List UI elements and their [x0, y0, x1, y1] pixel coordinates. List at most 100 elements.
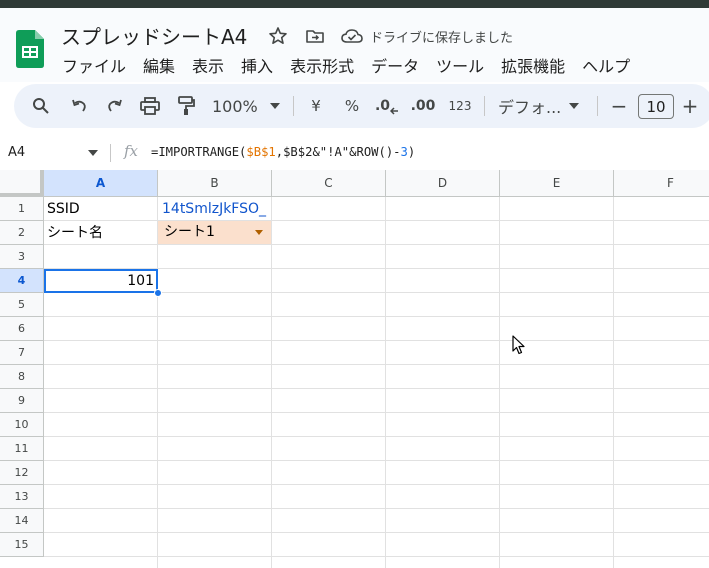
- fx-icon: fx: [124, 142, 139, 160]
- paint-format-icon: [178, 96, 195, 115]
- grid-line: [44, 316, 709, 317]
- row-header-1[interactable]: 1: [0, 197, 44, 221]
- column-header-a[interactable]: A: [44, 170, 158, 197]
- cell-a2[interactable]: シート名: [47, 221, 155, 245]
- undo-icon: [72, 99, 86, 112]
- grid-line: [499, 197, 500, 568]
- grid-line: [385, 197, 386, 568]
- menu-format[interactable]: 表示形式: [290, 53, 354, 76]
- menu-view[interactable]: 表示: [192, 53, 224, 76]
- move-folder-icon[interactable]: [305, 26, 325, 46]
- minus-icon: −: [610, 94, 628, 118]
- row-header-7[interactable]: 7: [0, 341, 44, 365]
- row-header-2[interactable]: 2: [0, 221, 44, 245]
- grid-line: [44, 484, 709, 485]
- grid-line: [44, 364, 709, 365]
- row-header-8[interactable]: 8: [0, 365, 44, 389]
- cell-b2-dropdown[interactable]: シート1: [158, 221, 271, 244]
- font-size-input[interactable]: 10: [638, 94, 674, 119]
- chevron-down-icon[interactable]: [255, 230, 263, 235]
- active-cell-border: [44, 269, 158, 293]
- grid-line: [44, 508, 709, 509]
- cell-a1[interactable]: SSID: [47, 197, 155, 221]
- search-icon: [33, 98, 49, 114]
- row-header-15[interactable]: 15: [0, 533, 44, 557]
- zoom-value: 100%: [212, 96, 258, 116]
- search-menus-button[interactable]: [30, 95, 52, 117]
- sheets-logo-icon[interactable]: [16, 30, 44, 68]
- column-header-f[interactable]: F: [614, 170, 709, 197]
- row-header-13[interactable]: 13: [0, 485, 44, 509]
- number-format-icon: 123: [448, 99, 472, 113]
- formula-part: ): [407, 145, 416, 159]
- percent-icon: %: [344, 97, 360, 115]
- paint-format-button[interactable]: [175, 95, 197, 117]
- toolbar-divider: [484, 96, 485, 116]
- document-title[interactable]: スプレッドシートA4: [61, 21, 247, 50]
- plus-icon: +: [681, 94, 699, 118]
- window-top-strip: [0, 0, 709, 8]
- formula-bar-divider: [110, 144, 111, 162]
- star-icon[interactable]: [268, 26, 288, 46]
- grid-line: [44, 556, 709, 557]
- percent-format-button[interactable]: %: [342, 95, 362, 117]
- row-header-10[interactable]: 10: [0, 413, 44, 437]
- decrease-decimal-button[interactable]: .0: [374, 95, 400, 117]
- grid-line: [44, 436, 709, 437]
- grid-line: [44, 388, 709, 389]
- select-all-corner[interactable]: [0, 170, 44, 197]
- grid-line: [44, 412, 709, 413]
- chevron-down-icon: [569, 103, 580, 109]
- menu-tools[interactable]: ツール: [436, 53, 484, 76]
- increase-decimal-button[interactable]: .00: [410, 95, 436, 117]
- cell-b2: シート1: [164, 224, 215, 240]
- grid-line: [271, 197, 272, 568]
- menu-file[interactable]: ファイル: [62, 53, 126, 76]
- column-header-c[interactable]: C: [272, 170, 386, 197]
- font-select[interactable]: デフォ...: [498, 95, 584, 117]
- row-header-9[interactable]: 9: [0, 389, 44, 413]
- row-header-5[interactable]: 5: [0, 293, 44, 317]
- row-header-4[interactable]: 4: [0, 269, 44, 293]
- font-value: デフォ...: [498, 98, 562, 117]
- undo-button[interactable]: [68, 95, 90, 117]
- cloud-saved-icon[interactable]: [341, 26, 363, 46]
- row-header-14[interactable]: 14: [0, 509, 44, 533]
- name-box[interactable]: A4: [8, 145, 25, 160]
- formula-part: ,: [275, 145, 284, 159]
- cell-area[interactable]: SSID 14tSmlzJkFSO_ シート名 シート1 101: [44, 197, 709, 568]
- cell-b1[interactable]: 14tSmlzJkFSO_: [162, 197, 270, 221]
- decrease-font-size-button[interactable]: −: [609, 94, 629, 118]
- menu-edit[interactable]: 編集: [143, 53, 175, 76]
- redo-button[interactable]: [104, 95, 126, 117]
- toolbar-divider: [293, 96, 294, 116]
- fill-handle[interactable]: [154, 289, 162, 297]
- arrow-left-icon: [390, 107, 399, 115]
- menu-insert[interactable]: 挿入: [241, 53, 273, 76]
- row-header-12[interactable]: 12: [0, 461, 44, 485]
- row-header-6[interactable]: 6: [0, 317, 44, 341]
- formula-bar: A4 fx =IMPORTRANGE($B$1,$B$2&"!A"&ROW()-…: [0, 138, 709, 168]
- zoom-select[interactable]: 100%: [212, 95, 284, 117]
- column-header-e[interactable]: E: [500, 170, 614, 197]
- currency-format-button[interactable]: ¥: [306, 95, 326, 117]
- menu-help[interactable]: ヘルプ: [582, 53, 630, 76]
- row-header-3[interactable]: 3: [0, 245, 44, 269]
- column-header-b[interactable]: B: [158, 170, 272, 197]
- menu-extensions[interactable]: 拡張機能: [501, 53, 565, 76]
- formula-part: &"!A"&ROW()-: [312, 145, 401, 159]
- print-button[interactable]: [139, 95, 161, 117]
- row-header-11[interactable]: 11: [0, 437, 44, 461]
- more-formats-button[interactable]: 123: [448, 95, 472, 117]
- chevron-down-icon[interactable]: [88, 150, 98, 156]
- formula-part: =IMPORTRANGE(: [151, 145, 247, 159]
- grid-line: [44, 532, 709, 533]
- menu-data[interactable]: データ: [371, 53, 419, 76]
- toolbar-divider: [597, 96, 598, 116]
- column-header-d[interactable]: D: [386, 170, 500, 197]
- increase-font-size-button[interactable]: +: [680, 94, 700, 118]
- mouse-pointer-icon: [512, 335, 525, 355]
- formula-input[interactable]: =IMPORTRANGE($B$1,$B$2&"!A"&ROW()-3): [151, 145, 415, 159]
- spreadsheet-grid: A B C D E F 1 2 3 4 5 6 7 8 9 10 11 12 1…: [0, 170, 709, 568]
- chevron-down-icon: [269, 103, 280, 109]
